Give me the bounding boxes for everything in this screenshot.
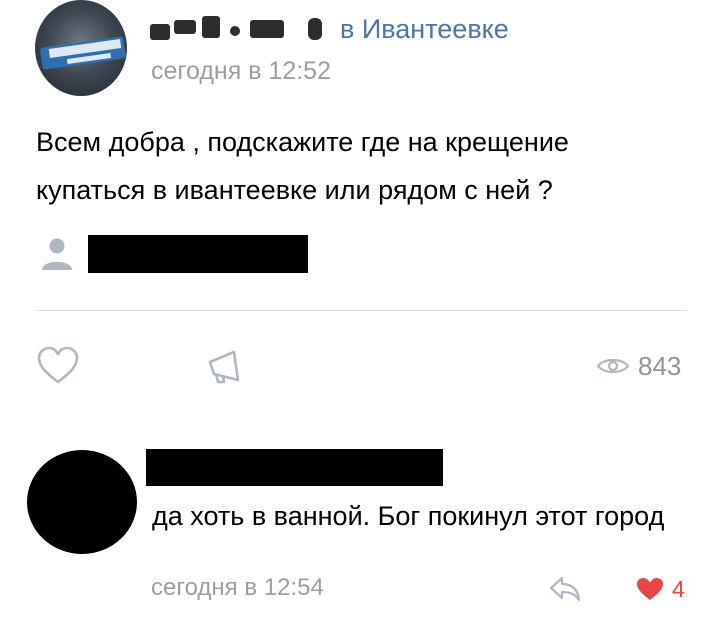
views-counter: 843 — [596, 349, 681, 383]
comment-like-button[interactable]: 4 — [636, 576, 685, 602]
comment-author-redacted — [146, 449, 443, 486]
signer-name-redacted — [88, 235, 308, 273]
reply-arrow-icon — [549, 576, 581, 602]
views-count: 843 — [638, 350, 682, 381]
user-icon — [38, 236, 76, 272]
post-timestamp[interactable]: сегодня в 12:52 — [151, 57, 331, 86]
divider — [36, 310, 687, 311]
reply-button[interactable] — [548, 574, 582, 602]
megaphone-icon — [208, 350, 240, 384]
post-text: Всем добра , подскажите где на крещение … — [36, 127, 569, 205]
group-avatar[interactable] — [35, 0, 127, 96]
heart-filled-icon — [637, 578, 663, 600]
comment-likes-count: 4 — [672, 575, 685, 602]
like-button[interactable] — [36, 346, 80, 386]
share-button[interactable] — [204, 348, 248, 388]
comment-timestamp[interactable]: сегодня в 12:54 — [151, 574, 324, 602]
eye-icon — [596, 358, 630, 374]
comment-avatar[interactable] — [27, 450, 137, 554]
comment-text: да хоть в ванной. Бог покинул этот город — [152, 501, 665, 531]
heart-outline-icon — [37, 346, 79, 384]
author-name-redacted — [150, 16, 328, 46]
group-name-link[interactable]: в Ивантеевке — [340, 14, 509, 45]
